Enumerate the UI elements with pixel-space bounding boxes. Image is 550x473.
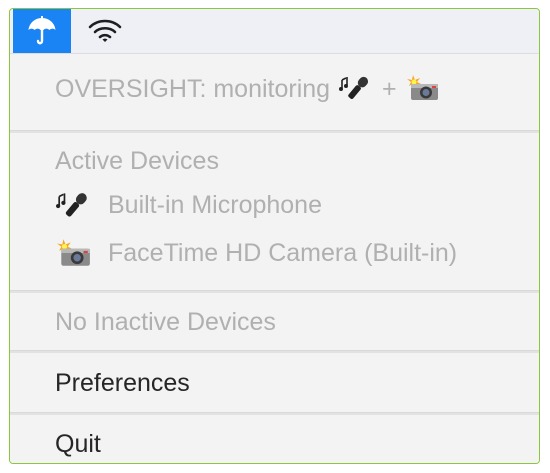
menu-separator xyxy=(10,290,539,293)
camera-flash-icon xyxy=(57,239,90,266)
menu-window: OVERSIGHT: monitoring + Active Devices B… xyxy=(9,8,540,464)
menu-separator xyxy=(10,412,539,415)
active-devices-header: Active Devices xyxy=(55,147,219,175)
camera-flash-icon xyxy=(406,75,438,100)
inactive-devices-header: No Inactive Devices xyxy=(55,308,276,336)
plus-sign: + xyxy=(382,75,397,103)
wifi-status-item[interactable] xyxy=(80,9,130,53)
device-item-camera: FaceTime HD Camera (Built-in) xyxy=(10,238,539,268)
menu-separator xyxy=(10,130,539,133)
microphone-icon xyxy=(56,193,87,217)
monitoring-status: OVERSIGHT: monitoring + xyxy=(10,74,539,104)
menu-separator xyxy=(10,350,539,353)
device-item-microphone: Built-in Microphone xyxy=(10,190,539,220)
wifi-icon xyxy=(88,19,122,42)
status-menu: OVERSIGHT: monitoring + Active Devices B… xyxy=(10,54,539,463)
menu-bar xyxy=(10,9,539,54)
status-label: OVERSIGHT: monitoring xyxy=(55,75,331,103)
microphone-icon xyxy=(339,76,369,99)
preferences-menu-item[interactable]: Preferences xyxy=(10,368,539,398)
quit-menu-item[interactable]: Quit xyxy=(10,429,539,459)
oversight-status-item[interactable] xyxy=(13,9,71,53)
umbrella-icon xyxy=(28,16,56,45)
